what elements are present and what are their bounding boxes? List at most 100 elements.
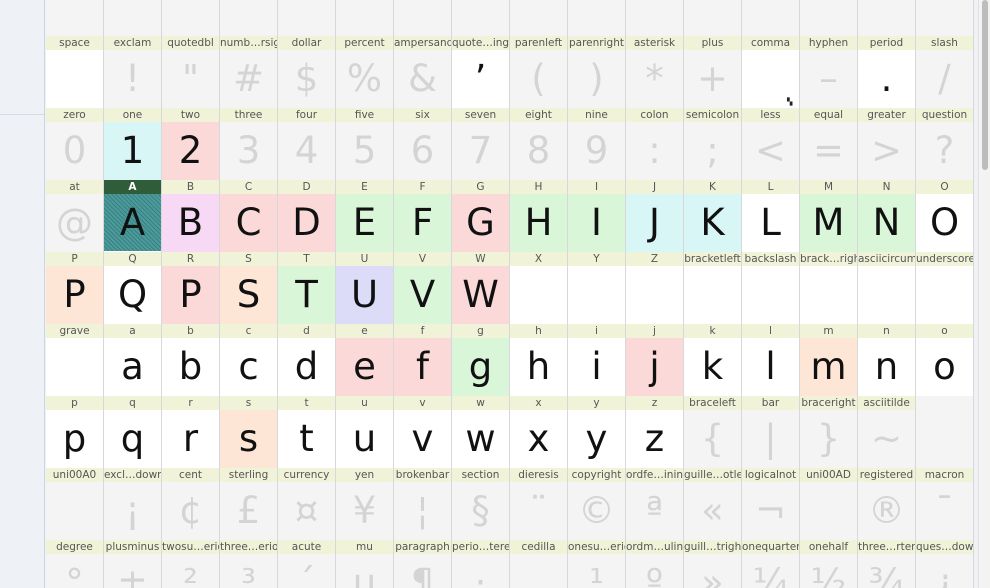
glyph-cell[interactable]: greater > [858,108,915,180]
glyph-cell[interactable]: EE [336,180,393,252]
glyph-cell[interactable]: zero 0 [46,108,103,180]
glyph-cell[interactable]: onesu…erior ¹ [568,540,625,588]
glyph-cell[interactable]: DD [278,180,335,252]
glyph-cell[interactable]: hyphen – [800,36,857,108]
glyph-cell[interactable]: quote…ingle ’ [452,36,509,108]
glyph-cell[interactable]: BB [162,180,219,252]
glyph-cell[interactable]: four 4 [278,108,335,180]
glyph-cell[interactable]: mu µ [336,540,393,588]
glyph-cell[interactable]: bar | [742,396,799,468]
glyph-cell[interactable]: percent% [336,36,393,108]
glyph-cell[interactable]: HH [510,180,567,252]
glyph-cell[interactable]: Y [568,252,625,324]
glyph-cell[interactable]: Z [626,252,683,324]
glyph-cell[interactable]: NN [858,180,915,252]
glyph-cell[interactable] [220,0,277,36]
glyph-cell[interactable] [162,0,219,36]
glyph-cell[interactable]: question? [916,108,973,180]
glyph-cell[interactable]: guill…tright » [684,540,741,588]
vertical-scrollbar[interactable] [978,0,990,588]
glyph-cell[interactable]: three 3 [220,108,277,180]
glyph-cell[interactable]: MM [800,180,857,252]
glyph-cell[interactable]: tt [278,396,335,468]
glyph-cell[interactable]: three…rters ¾ [858,540,915,588]
scrollbar-thumb[interactable] [982,0,988,170]
glyph-cell[interactable]: xx [510,396,567,468]
glyph-cell[interactable]: SS [220,252,277,324]
glyph-cell[interactable]: nn [858,324,915,396]
glyph-cell[interactable] [742,0,799,36]
glyph-cell[interactable] [568,0,625,36]
glyph-cell[interactable]: backslash [742,252,799,324]
glyph-cell[interactable]: degree ° [46,540,103,588]
glyph-cell[interactable] [858,0,915,36]
glyph-cell[interactable]: space [46,36,103,108]
glyph-cell[interactable] [46,0,103,36]
glyph-cell[interactable]: JJ [626,180,683,252]
glyph-cell[interactable]: asciitilde ~ [858,396,915,468]
glyph-cell[interactable]: ss [220,396,277,468]
glyph-cell[interactable] [336,0,393,36]
glyph-cell[interactable]: KK [684,180,741,252]
glyph-cell[interactable]: CC [220,180,277,252]
glyph-cell[interactable]: bb [162,324,219,396]
glyph-cell[interactable]: numb…rsign # [220,36,277,108]
glyph-cell[interactable] [394,0,451,36]
glyph-cell[interactable]: parenright) [568,36,625,108]
glyph-cell[interactable]: plus + [684,36,741,108]
glyph-cell[interactable]: logicalnot ¬ [742,468,799,540]
glyph-cell[interactable]: sterling £ [220,468,277,540]
glyph-cell[interactable] [684,0,741,36]
glyph-cell[interactable]: seven 7 [452,108,509,180]
glyph-cell[interactable]: uu [336,396,393,468]
glyph-cell[interactable]: copyright © [568,468,625,540]
glyph-cell[interactable]: ll [742,324,799,396]
glyph-cell[interactable]: currency ¤ [278,468,335,540]
glyph-cell[interactable]: plusminus ± [104,540,161,588]
glyph-cell[interactable]: brokenbar ¦ [394,468,451,540]
glyph-cell[interactable]: ques…down ¿ [916,540,973,588]
glyph-cell[interactable]: ww [452,396,509,468]
glyph-cell[interactable]: two 2 [162,108,219,180]
glyph-cell[interactable]: dollar $ [278,36,335,108]
glyph-cell[interactable]: PP [46,252,103,324]
glyph-cell[interactable]: vv [394,396,451,468]
glyph-cell[interactable]: cedilla ¸ [510,540,567,588]
glyph-cell[interactable]: uni00AD [800,468,857,540]
glyph-cell[interactable]: three…erior ³ [220,540,277,588]
glyph-cell[interactable]: WW [452,252,509,324]
glyph-cell[interactable]: dd [278,324,335,396]
glyph-cell[interactable]: equal = [800,108,857,180]
glyph-cell[interactable]: onehalf ½ [800,540,857,588]
glyph-cell[interactable]: period. [858,36,915,108]
glyph-cell[interactable]: ii [568,324,625,396]
glyph-cell[interactable]: jj [626,324,683,396]
glyph-cell[interactable]: OO [916,180,973,252]
glyph-cell[interactable]: II [568,180,625,252]
glyph-cell[interactable]: paragraph ¶ [394,540,451,588]
glyph-cell[interactable]: QQ [104,252,161,324]
glyph-cell[interactable]: X [510,252,567,324]
glyph-cell[interactable]: one 1 [104,108,161,180]
glyph-cell[interactable]: bracketleft [684,252,741,324]
glyph-cell[interactable]: uni00A0 [46,468,103,540]
glyph-cell[interactable]: UU [336,252,393,324]
glyph-cell[interactable]: macron ¯ [916,468,973,540]
glyph-cell[interactable]: zz [626,396,683,468]
glyph-cell[interactable]: cc [220,324,277,396]
glyph-cell[interactable] [800,0,857,36]
glyph-cell[interactable]: kk [684,324,741,396]
glyph-cell[interactable]: GG [452,180,509,252]
glyph-cell[interactable]: section § [452,468,509,540]
glyph-cell[interactable]: AA [104,180,161,252]
glyph-cell[interactable]: oo [916,324,973,396]
glyph-cell[interactable]: TT [278,252,335,324]
glyph-cell[interactable]: cent ¢ [162,468,219,540]
glyph-cell[interactable] [104,0,161,36]
glyph-cell[interactable] [452,0,509,36]
glyph-cell[interactable]: less < [742,108,799,180]
glyph-cell[interactable]: twosu…erior ² [162,540,219,588]
glyph-cell[interactable]: mm [800,324,857,396]
glyph-cell[interactable]: ee [336,324,393,396]
glyph-cell[interactable]: RP [162,252,219,324]
